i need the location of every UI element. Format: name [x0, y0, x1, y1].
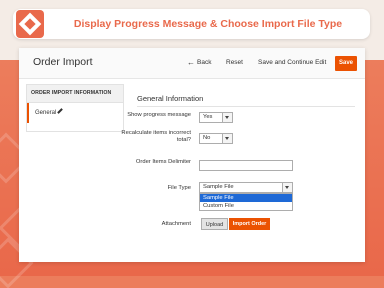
- back-button[interactable]: ← Back: [187, 58, 212, 67]
- chevron-down-icon: [222, 134, 232, 143]
- delimiter-input[interactable]: [199, 160, 293, 171]
- file-type-label: File Type: [167, 185, 191, 191]
- pencil-icon: [57, 108, 63, 114]
- sidebar: ORDER IMPORT INFORMATION General: [26, 84, 124, 132]
- chevron-down-icon: [282, 183, 292, 192]
- back-label: Back: [197, 59, 212, 66]
- recalculate-label: Recalculate items incorrect total?: [121, 130, 191, 143]
- show-progress-value: Yes: [203, 114, 213, 120]
- recalculate-select[interactable]: No: [199, 133, 233, 144]
- recalculate-value: No: [203, 135, 211, 141]
- delimiter-label: Order Items Delimiter: [135, 159, 191, 165]
- file-type-options: Sample File Custom File: [199, 193, 293, 211]
- admin-panel: Order Import ← Back Reset Save and Conti…: [19, 48, 365, 262]
- chevron-down-icon: [222, 113, 232, 122]
- upload-button[interactable]: Upload: [201, 218, 228, 230]
- show-progress-select[interactable]: Yes: [199, 112, 233, 123]
- option-sample-file[interactable]: Sample File: [200, 194, 292, 202]
- banner-title: Display Progress Message & Choose Import…: [73, 18, 343, 30]
- page-title: Order Import: [33, 56, 93, 68]
- reset-button[interactable]: Reset: [226, 59, 243, 66]
- save-and-continue-button[interactable]: Save and Continue Edit: [258, 59, 326, 66]
- file-type-value: Sample File: [203, 184, 234, 190]
- sidebar-item-label: General: [35, 110, 57, 116]
- logo-icon: [16, 10, 44, 38]
- import-order-button[interactable]: Import Order: [229, 218, 270, 230]
- sidebar-title: ORDER IMPORT INFORMATION: [27, 85, 123, 103]
- banner: Display Progress Message & Choose Import…: [13, 9, 370, 39]
- arrow-left-icon: ←: [187, 58, 195, 67]
- section-divider: [137, 106, 355, 107]
- file-type-select[interactable]: Sample File: [199, 182, 293, 193]
- option-custom-file[interactable]: Custom File: [200, 202, 292, 210]
- save-button[interactable]: Save: [335, 56, 357, 71]
- page-header: Order Import ← Back Reset Save and Conti…: [19, 48, 365, 79]
- sidebar-item-general[interactable]: General: [27, 103, 123, 123]
- attachment-label: Attachment: [161, 221, 191, 227]
- section-title: General Information: [137, 94, 204, 103]
- show-progress-label: Show progress message: [127, 112, 191, 118]
